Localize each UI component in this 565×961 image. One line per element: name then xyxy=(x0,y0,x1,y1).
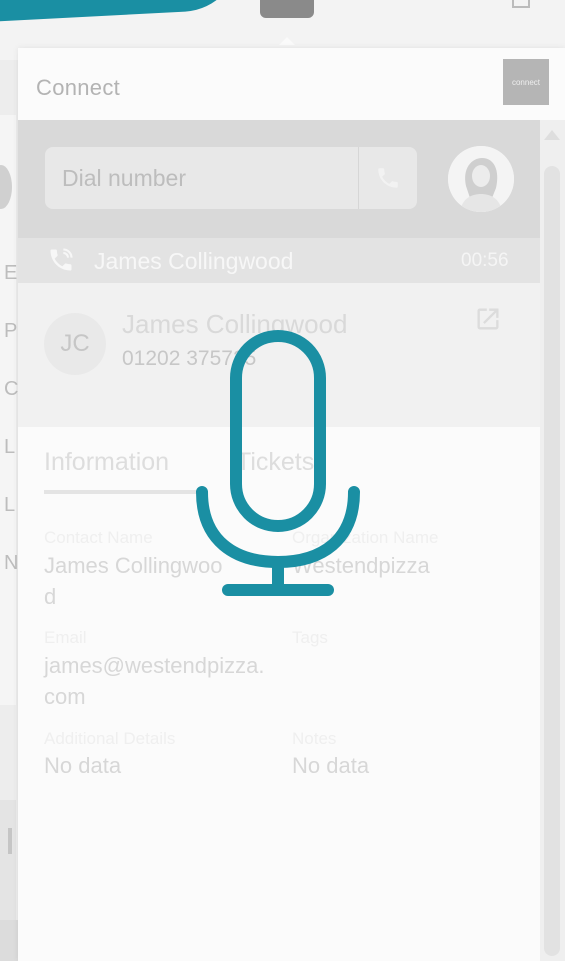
additional-details-label: Additional Details xyxy=(44,729,176,748)
open-external-icon[interactable] xyxy=(474,305,502,338)
background-letter: P xyxy=(4,320,18,342)
tags-label: Tags xyxy=(292,628,328,647)
call-timer: 00:56 xyxy=(461,250,509,271)
background-footer-panel xyxy=(0,800,16,920)
phone-in-call-icon xyxy=(46,246,76,279)
background-letter: C xyxy=(4,378,19,400)
background-letter: L xyxy=(4,494,16,516)
panel-title: Connect xyxy=(36,75,121,100)
background-letter: N xyxy=(4,552,19,574)
notes-label: Notes xyxy=(292,729,337,748)
connect-logo: connect xyxy=(503,59,549,105)
user-portrait-icon xyxy=(448,146,514,212)
background-letter: L xyxy=(4,436,16,458)
background-letter: E xyxy=(4,262,18,284)
dial-call-button[interactable] xyxy=(359,147,417,209)
scroll-up-arrow[interactable] xyxy=(544,130,560,140)
scrollbar[interactable] xyxy=(540,120,565,961)
microphone-icon xyxy=(194,330,362,602)
notes-value: No data xyxy=(292,753,370,778)
phone-icon xyxy=(378,168,398,188)
dial-input-wrapper xyxy=(45,147,417,209)
active-call-bar[interactable]: James Collingwood 00:56 xyxy=(18,238,540,283)
email-label: Email xyxy=(44,628,87,647)
active-call-name: James Collingwood xyxy=(94,248,294,274)
background-toolbar-button[interactable] xyxy=(260,0,314,18)
contact-initials-avatar: JC xyxy=(44,313,106,375)
active-tab-indicator xyxy=(44,490,204,494)
dial-number-input[interactable] xyxy=(45,147,372,209)
dialer-area xyxy=(18,120,540,238)
scrollbar-thumb[interactable] xyxy=(544,166,560,956)
contact-name-label: Contact Name xyxy=(44,528,153,547)
user-avatar[interactable] xyxy=(448,146,514,212)
email-value[interactable]: james@westendpizza.com xyxy=(44,650,270,712)
tab-information[interactable]: Information xyxy=(44,448,169,477)
additional-details-value: No data xyxy=(44,753,122,778)
apps-grid-icon[interactable] xyxy=(512,0,530,8)
panel-header: Connect connect xyxy=(18,48,565,120)
popover-caret xyxy=(279,37,295,45)
background-divider xyxy=(8,828,12,854)
